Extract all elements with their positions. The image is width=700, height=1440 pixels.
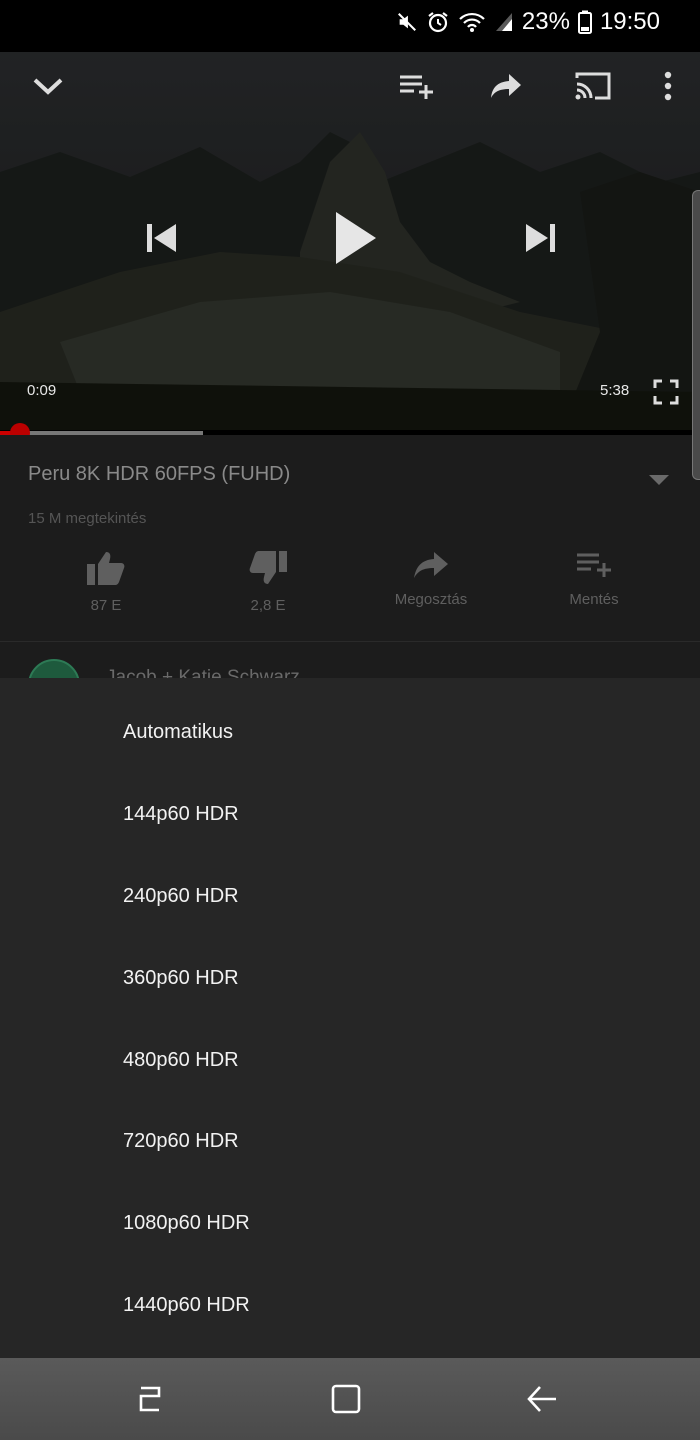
previous-icon[interactable] <box>138 216 184 260</box>
thumb-down-icon <box>248 550 288 591</box>
save-playlist-icon <box>575 550 613 585</box>
share-icon[interactable] <box>486 68 526 104</box>
wifi-icon <box>458 11 486 33</box>
battery-icon <box>577 10 592 34</box>
duration: 5:38 <box>600 382 630 399</box>
dislike-button[interactable]: 2,8 E <box>208 550 328 614</box>
quality-option-auto[interactable]: Automatikus <box>0 691 700 773</box>
recents-icon[interactable] <box>130 1382 170 1416</box>
save-button[interactable]: Mentés <box>534 550 654 608</box>
quality-option-144p[interactable]: 144p60 HDR <box>0 773 700 855</box>
share-icon <box>412 550 450 585</box>
thumb-up-icon <box>86 550 126 591</box>
add-to-queue-icon[interactable] <box>396 68 436 104</box>
video-title[interactable]: Peru 8K HDR 60FPS (FUHD) <box>28 463 290 486</box>
share-label: Megosztás <box>394 591 468 608</box>
expand-description-icon[interactable] <box>648 473 670 492</box>
quality-option-1440p[interactable]: 1440p60 HDR <box>0 1264 700 1346</box>
like-button[interactable]: 87 E <box>46 550 166 614</box>
clock: 19:50 <box>599 8 660 35</box>
video-player[interactable]: 0:09 5:38 <box>0 52 700 430</box>
save-label: Mentés <box>569 591 619 608</box>
dislike-count: 2,8 E <box>250 597 286 614</box>
like-count: 87 E <box>90 597 122 614</box>
divider <box>0 641 700 642</box>
quality-option-360p[interactable]: 360p60 HDR <box>0 937 700 1019</box>
home-icon[interactable] <box>326 1382 366 1416</box>
back-icon[interactable] <box>522 1382 562 1416</box>
quality-menu: Automatikus 144p60 HDR 240p60 HDR 360p60… <box>0 678 700 1358</box>
view-count: 15 M megtekintés <box>28 510 147 527</box>
quality-option-720p[interactable]: 720p60 HDR <box>0 1100 700 1182</box>
video-info: Peru 8K HDR 60FPS (FUHD) 15 M megtekinté… <box>0 435 700 711</box>
current-time: 0:09 <box>27 382 57 399</box>
edge-panel-handle[interactable] <box>692 190 700 480</box>
quality-option-240p[interactable]: 240p60 HDR <box>0 855 700 937</box>
quality-option-480p[interactable]: 480p60 HDR <box>0 1019 700 1101</box>
signal-icon <box>494 11 514 33</box>
cast-icon[interactable] <box>570 66 616 106</box>
mute-icon <box>396 11 418 33</box>
collapse-icon[interactable] <box>28 66 68 106</box>
next-icon[interactable] <box>518 216 564 260</box>
fullscreen-icon[interactable] <box>650 376 682 408</box>
share-button[interactable]: Megosztás <box>371 550 491 608</box>
quality-option-1080p[interactable]: 1080p60 HDR <box>0 1182 700 1264</box>
status-bar: 23% 19:50 <box>0 0 700 44</box>
play-icon[interactable] <box>326 206 384 270</box>
alarm-icon <box>426 10 450 34</box>
battery-percent: 23% <box>521 8 570 35</box>
more-vert-icon[interactable] <box>654 66 682 106</box>
navigation-bar <box>0 1358 700 1440</box>
